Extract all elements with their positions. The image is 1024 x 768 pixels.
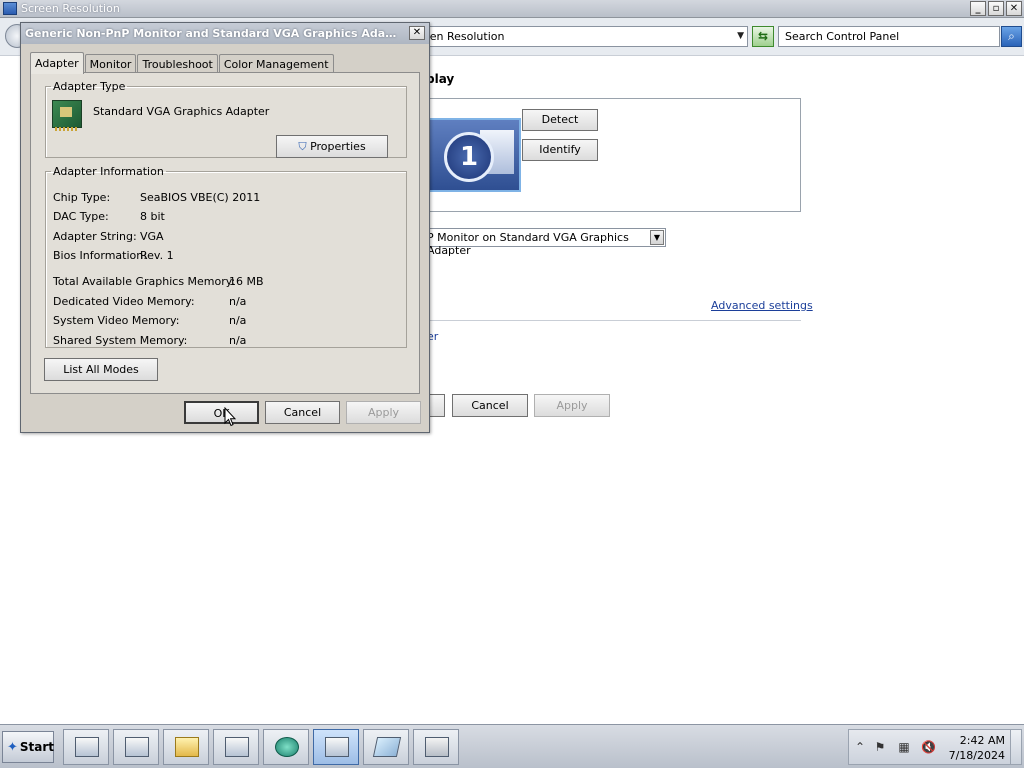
dialog-title-bar: Generic Non-PnP Monitor and Standard VGA… [21,23,429,44]
volume-muted-icon[interactable]: 🔇 [921,740,936,754]
taskbar-app-powershell[interactable] [113,729,159,765]
browser-icon [275,737,299,757]
advanced-settings-link[interactable]: Advanced settings [711,299,813,312]
main-cancel-button[interactable]: Cancel [452,394,528,417]
adapter-properties-dialog: Generic Non-PnP Monitor and Standard VGA… [20,22,430,433]
taskbar-app-notepad[interactable] [363,729,409,765]
divider [426,320,801,321]
show-desktop-button[interactable] [1010,729,1022,765]
folder-icon [175,737,199,757]
page-heading: play [426,72,455,86]
notepad-icon [372,737,402,757]
clock-date: 7/18/2024 [948,749,1005,762]
notification-area: ⌃ ⚑ ▦ 🔇 2:42 AM 7/18/2024 [848,729,1022,765]
mouse-pointer-icon [224,407,236,427]
tab-adapter[interactable]: Adapter [30,52,84,74]
display-select-value: P Monitor on Standard VGA Graphics Adapt… [427,231,629,257]
display-settings-icon [325,737,349,757]
screen-resolution-icon [3,2,17,15]
dac-type-value: 8 bit [140,210,165,223]
address-dropdown-icon[interactable]: ▼ [737,31,744,41]
start-label: Start [19,740,55,754]
dedicated-memory-label: Dedicated Video Memory: [53,295,195,308]
shield-icon: ⛉ [298,140,307,153]
start-button[interactable]: ✦ Start [2,731,54,763]
shared-memory-value: n/a [229,334,247,347]
network-icon[interactable]: ▦ [897,740,911,754]
properties-button-label: Properties [310,140,366,153]
action-center-flag-icon[interactable]: ⚑ [873,740,887,754]
taskbar-app-browser[interactable] [263,729,309,765]
chip-type-label: Chip Type: [53,191,111,204]
system-memory-value: n/a [229,314,247,327]
adapter-tab-page: Adapter Type Standard VGA Graphics Adapt… [30,72,420,394]
total-memory-value: 16 MB [229,275,264,288]
clock[interactable]: 2:42 AM 7/18/2024 [945,733,1005,763]
dac-type-label: DAC Type: [53,210,109,223]
main-caption-buttons: _ ▫ ✕ [970,1,1022,16]
adapter-information-group: Adapter Information Chip Type: SeaBIOS V… [45,165,407,348]
window-icon [125,737,149,757]
taskbar-app-calculator[interactable] [413,729,459,765]
window-icon [225,737,249,757]
detect-button[interactable]: Detect [522,109,598,131]
tab-color-management[interactable]: Color Management [218,54,334,73]
cancel-button[interactable]: Cancel [265,401,340,424]
tab-troubleshoot[interactable]: Troubleshoot [137,54,218,73]
ok-button[interactable]: OK [184,401,259,424]
bios-information-value: Rev. 1 [140,249,174,262]
dialog-tabs: Adapter Monitor Troubleshoot Color Manag… [30,51,335,74]
search-input[interactable]: Search Control Panel [778,26,1000,47]
close-button[interactable]: ✕ [1006,1,1022,16]
dialog-title: Generic Non-PnP Monitor and Standard VGA… [25,27,403,40]
taskbar-app-explorer[interactable] [163,729,209,765]
search-icon[interactable]: ⌕ [1001,26,1022,47]
server-manager-icon [75,737,99,757]
main-title-bar: Screen Resolution _ ▫ ✕ [0,0,1024,18]
apply-button[interactable]: Apply [346,401,421,424]
restore-button[interactable]: ▫ [988,1,1004,16]
monitor-number: 1 [444,132,494,182]
adapter-information-legend: Adapter Information [53,165,164,178]
main-window-title: Screen Resolution [21,2,120,15]
refresh-icon[interactable]: ⇆ [752,26,774,47]
dialog-close-button[interactable]: ✕ [409,26,425,40]
tab-monitor[interactable]: Monitor [84,54,137,73]
identify-button[interactable]: Identify [522,139,598,161]
display-select[interactable]: P Monitor on Standard VGA Graphics Adapt… [426,228,666,257]
adapter-string-value: VGA [140,230,164,243]
adapter-string-label: Adapter String: [53,230,137,243]
shared-memory-label: Shared System Memory: [53,334,188,347]
bios-information-label: Bios Information: [53,249,147,262]
taskbar-app-server-manager[interactable] [63,729,109,765]
dedicated-memory-value: n/a [229,295,247,308]
properties-button[interactable]: ⛉ Properties [276,135,388,158]
taskbar-app-command-window[interactable] [213,729,259,765]
graphics-card-icon [52,100,82,131]
taskbar: ✦ Start ⌃ ⚑ ▦ 🔇 2:42 AM 7/18/2024 [0,724,1024,768]
minimize-button[interactable]: _ [970,1,986,16]
chevron-down-icon[interactable]: ▼ [650,230,664,245]
calculator-icon [425,737,449,757]
adapter-type-legend: Adapter Type [53,80,126,93]
adapter-name: Standard VGA Graphics Adapter [93,105,270,118]
monitor-1-icon[interactable]: 1 [426,118,521,192]
adapter-type-group: Adapter Type Standard VGA Graphics Adapt… [45,80,407,158]
main-apply-button[interactable]: Apply [534,394,610,417]
address-text: een Resolution [423,30,505,43]
list-all-modes-button[interactable]: List All Modes [44,358,158,381]
show-hidden-icons-icon[interactable]: ⌃ [853,740,867,754]
system-memory-label: System Video Memory: [53,314,180,327]
clock-time: 2:42 AM [959,734,1005,747]
windows-logo-icon: ✦ [7,740,18,755]
total-memory-label: Total Available Graphics Memory: [53,275,236,288]
taskbar-app-screen-resolution[interactable] [313,729,359,765]
chip-type-value: SeaBIOS VBE(C) 2011 [140,191,261,204]
